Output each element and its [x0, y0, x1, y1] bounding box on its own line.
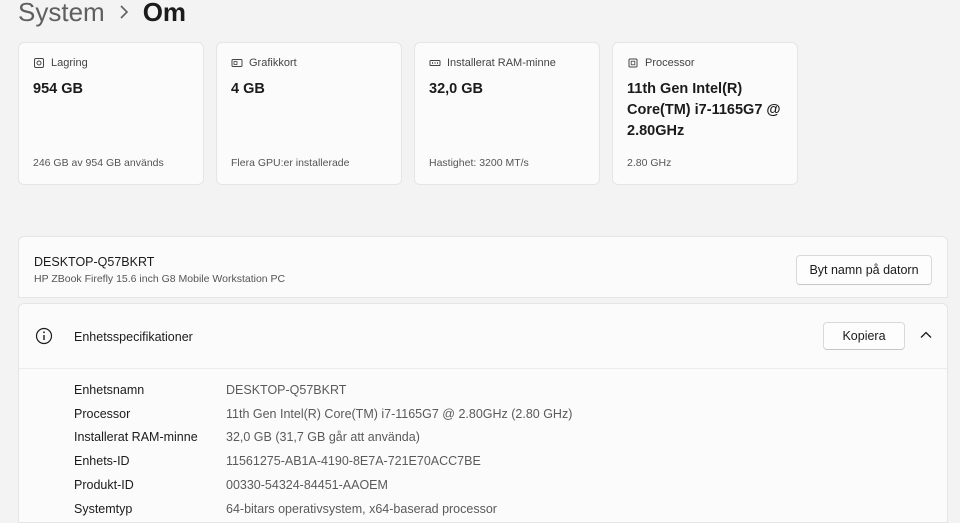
breadcrumb: System Om	[18, 0, 186, 32]
gpu-icon	[231, 57, 243, 69]
spec-row: Processor 11th Gen Intel(R) Core(TM) i7-…	[74, 402, 572, 426]
spec-label: Produkt-ID	[74, 478, 134, 493]
chevron-right-icon	[119, 5, 129, 19]
spec-row: Installerat RAM-minne 32,0 GB (31,7 GB g…	[74, 426, 572, 450]
card-value: 4 GB	[231, 81, 265, 97]
breadcrumb-system-link[interactable]: System	[18, 0, 105, 28]
spec-label: Installerat RAM-minne	[74, 430, 198, 445]
device-name: DESKTOP-Q57BKRT	[34, 255, 155, 269]
spec-row: Enhetsnamn DESKTOP-Q57BKRT	[74, 378, 572, 402]
card-value: 32,0 GB	[429, 81, 483, 97]
device-specifications-title: Enhetsspecifikationer	[74, 330, 193, 344]
device-specifications-panel: Enhetsspecifikationer Kopiera Enhetsnamn…	[18, 303, 948, 523]
card-subtext: Hastighet: 3200 MT/s	[429, 157, 529, 169]
card-gpu[interactable]: Grafikkort 4 GB Flera GPU:er installerad…	[216, 42, 402, 185]
spec-value: 11th Gen Intel(R) Core(TM) i7-1165G7 @ 2…	[226, 406, 573, 421]
spec-list: Enhetsnamn DESKTOP-Q57BKRT Processor 11t…	[74, 378, 572, 521]
summary-cards: Lagring 954 GB 246 GB av 954 GB används …	[18, 42, 798, 185]
rename-pc-button[interactable]: Byt namn på datorn	[796, 255, 932, 285]
spec-value: 11561275-AB1A-4190-8E7A-721E70ACC7BE	[226, 454, 481, 469]
card-ram[interactable]: Installerat RAM-minne 32,0 GB Hastighet:…	[414, 42, 600, 185]
page-title: Om	[142, 0, 187, 27]
card-subtext: 2.80 GHz	[627, 157, 672, 169]
card-processor[interactable]: Processor 11th Gen Intel(R) Core(TM) i7-…	[612, 42, 798, 185]
info-icon	[35, 327, 53, 345]
chevron-up-icon[interactable]	[919, 328, 933, 342]
card-value: 11th Gen Intel(R) Core(TM) i7-1165G7 @ 2…	[627, 81, 781, 139]
spec-label: Processor	[74, 406, 131, 421]
card-label: Grafikkort	[249, 57, 297, 69]
ram-icon	[429, 57, 441, 69]
spec-value: 00330-54324-84451-AAOEM	[226, 478, 388, 493]
copy-button[interactable]: Kopiera	[823, 322, 905, 350]
card-label: Lagring	[51, 57, 88, 69]
device-model: HP ZBook Firefly 15.6 inch G8 Mobile Wor…	[34, 273, 286, 285]
card-value: 954 GB	[33, 81, 83, 97]
spec-label: Enhetsnamn	[74, 382, 145, 397]
spec-value: DESKTOP-Q57BKRT	[226, 382, 347, 397]
card-storage[interactable]: Lagring 954 GB 246 GB av 954 GB används	[18, 42, 204, 185]
processor-icon	[627, 57, 639, 69]
device-specifications-header[interactable]: Enhetsspecifikationer Kopiera	[19, 304, 947, 369]
spec-row: Produkt-ID 00330-54324-84451-AAOEM	[74, 473, 572, 497]
spec-row: Enhets-ID 11561275-AB1A-4190-8E7A-721E70…	[74, 449, 572, 473]
spec-value: 32,0 GB (31,7 GB går att använda)	[226, 430, 420, 445]
card-label: Processor	[645, 57, 695, 69]
card-subtext: Flera GPU:er installerade	[231, 157, 350, 169]
card-label: Installerat RAM-minne	[447, 57, 556, 69]
card-subtext: 246 GB av 954 GB används	[33, 157, 164, 169]
device-name-panel: DESKTOP-Q57BKRT HP ZBook Firefly 15.6 in…	[18, 236, 948, 298]
storage-icon	[33, 57, 45, 69]
spec-label: Enhets-ID	[74, 454, 130, 469]
